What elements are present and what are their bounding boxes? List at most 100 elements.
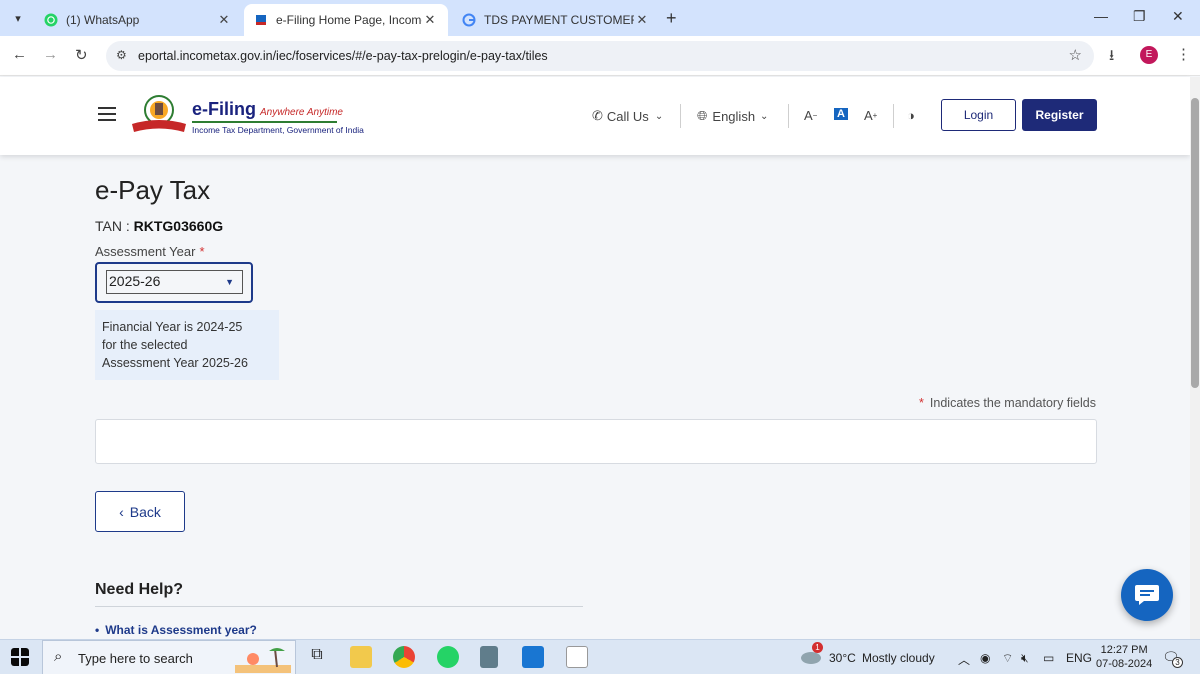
page-title: e-Pay Tax [95,175,211,205]
help-divider [95,606,583,607]
notification-center-icon[interactable]: 🗨︎ 3 [1162,649,1183,668]
site-header: e-Filing Anywhere Anytime Income Tax Depa… [0,77,1190,155]
login-button[interactable]: Login [941,99,1016,131]
font-decrease-label: A [804,108,813,123]
chrome-icon[interactable] [393,646,415,668]
address-bar[interactable]: ⚙ eportal.incometax.gov.in/iec/foservice… [106,41,1094,71]
task-view-icon[interactable]: ⧉ [306,646,328,668]
font-decrease-button[interactable]: A − [804,108,817,123]
beach-illustration-icon [235,648,291,673]
font-normal-button[interactable]: A [834,108,848,120]
tab-google[interactable]: TDS PAYMENT CUSTOMER CAR ✕ [452,4,660,36]
taskbar-search-placeholder: Type here to search [78,651,193,666]
minimize-icon[interactable]: — [1094,8,1108,24]
assessment-year-select[interactable]: 2025-26 ▼ [106,270,243,294]
phone-icon: ✆ [592,108,603,123]
caret-down-icon: ▼ [225,277,234,287]
app-icon[interactable] [522,646,544,668]
clock[interactable]: 12:27 PM 07-08-2024 [1096,643,1152,671]
google-icon [462,13,476,27]
clock-date: 07-08-2024 [1096,658,1153,670]
restore-icon[interactable]: ❐ [1133,8,1146,25]
forward-arrow-icon[interactable]: → [43,46,58,63]
help-link-assessment-year[interactable]: • What is Assessment year? [95,623,257,637]
font-normal-label: A [834,108,848,120]
payment-tiles-container [95,419,1097,464]
back-button[interactable]: ‹ Back [95,491,185,532]
tally-app-icon[interactable] [566,646,588,668]
windows-taskbar: ⌕ Type here to search ⧉ 1 30°C Mostly cl… [0,639,1200,674]
income-tax-emblem-logo [132,95,186,132]
whatsapp-taskbar-icon[interactable] [437,646,459,668]
location-icon[interactable]: ◉ [980,651,990,665]
bullet: • [95,623,100,637]
profile-avatar[interactable]: E [1140,46,1158,64]
chat-support-button[interactable] [1121,569,1173,621]
help-link-text: What is Assessment year? [105,623,257,637]
calculator-icon[interactable] [480,646,498,668]
tab-efiling[interactable]: e-Filing Home Page, Income Ta ✕ [244,4,448,36]
battery-icon[interactable]: ▭ [1043,651,1054,665]
logo-divider [192,121,337,123]
divider [788,104,789,128]
tab-title: (1) WhatsApp [66,13,140,27]
tab-search-button[interactable]: ▾ [6,6,30,30]
windows-start-icon[interactable] [11,648,29,666]
bookmark-star-icon[interactable]: ☆ [1069,46,1082,64]
scrollbar-thumb[interactable] [1191,98,1199,388]
logo-tagline: Anywhere Anytime [260,107,343,118]
required-asterisk: * [199,244,205,259]
close-tab-icon[interactable]: ✕ [216,12,232,28]
taskbar-search-box[interactable]: ⌕ Type here to search [42,640,296,674]
contrast-toggle-icon[interactable]: ◑ [907,108,915,123]
close-tab-icon[interactable]: ✕ [634,12,650,28]
font-increase-label: A [864,108,873,123]
language-dropdown[interactable]: 🌐︎ English ⌄ [697,108,768,124]
close-tab-icon[interactable]: ✕ [422,12,438,28]
new-tab-button[interactable]: + [666,8,677,29]
call-us-dropdown[interactable]: ✆ Call Us ⌄ [592,108,663,124]
hamburger-menu-icon[interactable] [98,107,116,121]
financial-year-info: Financial Year is 2024-25 for the select… [95,310,279,380]
close-window-icon[interactable]: ✕ [1172,8,1184,25]
show-hidden-icons-chevron-icon[interactable]: ︿ [958,651,970,668]
fy-info-line: for the selected [102,338,188,352]
register-button[interactable]: Register [1022,99,1097,131]
fy-info-line: Assessment Year 2025-26 [102,356,248,370]
assessment-year-value: 2025-26 [109,273,161,289]
call-us-label: Call Us [606,108,649,124]
logo-subtitle: Income Tax Department, Government of Ind… [192,125,364,135]
input-language[interactable]: ENG [1066,651,1092,665]
reload-icon[interactable]: ↻ [75,46,88,64]
search-icon: ⌕ [54,648,63,665]
weather-alert-badge: 1 [812,642,823,653]
chat-bubble-icon [1135,585,1159,605]
weather-description[interactable]: Mostly cloudy [862,651,935,665]
chevron-down-icon: ⌄ [654,110,664,122]
notification-count: 3 [1172,657,1183,668]
wifi-icon[interactable]: ⌔ [1002,651,1013,666]
globe-icon: 🌐︎ [697,108,708,123]
site-info-icon[interactable]: ⚙ [116,48,127,62]
font-increase-button[interactable]: A + [864,108,877,123]
weather-temperature[interactable]: 30°C [829,651,856,665]
weather-cloud-icon[interactable]: 1 [800,642,823,664]
download-icon[interactable]: ⭳ [1109,45,1114,70]
efiling-logo[interactable]: e-Filing Anywhere Anytime Income Tax Depa… [192,99,364,135]
speaker-muted-icon[interactable]: 🔇︎ [1021,651,1029,666]
assessment-year-select-focus-ring: 2025-26 ▼ [95,262,253,303]
chevron-left-icon: ‹ [119,503,124,520]
need-help-heading: Need Help? [95,581,184,598]
browser-tab-strip: ▾ (1) WhatsApp ✕ e-Filing Home Page, Inc… [0,0,1200,36]
whatsapp-icon [44,13,58,27]
language-label: English [712,108,756,124]
efiling-emblem-icon [256,15,266,25]
tab-whatsapp[interactable]: (1) WhatsApp ✕ [34,4,242,36]
browser-toolbar: ← → ↻ ⚙ eportal.incometax.gov.in/iec/fos… [0,36,1200,76]
menu-kebab-icon[interactable]: ⋮ [1176,45,1191,63]
tab-title: TDS PAYMENT CUSTOMER CAR [484,13,634,27]
back-arrow-icon[interactable]: ← [12,46,27,63]
file-explorer-icon[interactable] [350,646,372,668]
tan-label: TAN : [95,218,130,234]
mandatory-note-text: Indicates the mandatory fields [929,396,1096,410]
